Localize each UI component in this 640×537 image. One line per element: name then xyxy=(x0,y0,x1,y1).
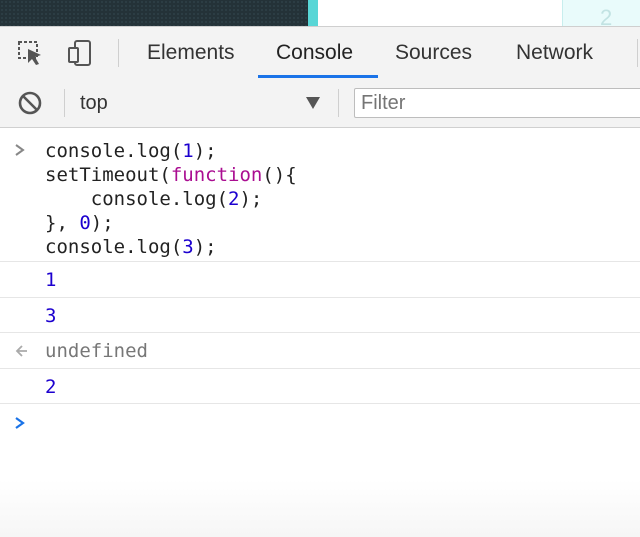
bottom-shadow xyxy=(0,480,640,537)
tab-network[interactable]: Network xyxy=(516,27,593,79)
code-line: console.log(2); xyxy=(45,188,263,210)
device-toggle-icon[interactable] xyxy=(66,39,94,67)
console-panel: console.log(1); setTimeout(function(){ c… xyxy=(0,128,640,444)
tab-console[interactable]: Console xyxy=(276,27,353,79)
context-selector[interactable]: top xyxy=(80,79,108,127)
log-output: 3 xyxy=(45,305,57,327)
toolbar-divider xyxy=(118,39,119,67)
tab-sources[interactable]: Sources xyxy=(395,27,472,79)
log-output: 2 xyxy=(45,376,57,398)
clear-console-icon[interactable] xyxy=(17,90,43,116)
input-chevron-icon xyxy=(14,142,26,161)
prompt-chevron-icon xyxy=(14,414,26,435)
return-arrow-icon xyxy=(14,343,28,362)
page-teal-bar xyxy=(308,0,318,26)
inspected-page-strip: 2 xyxy=(0,0,640,30)
devtools-toolbar: Elements Console Sources Network xyxy=(0,26,640,80)
console-output-row: 2 xyxy=(0,369,640,404)
page-dark-area xyxy=(0,0,308,26)
page-partial-number: 2 xyxy=(600,5,613,30)
code-line: setTimeout(function(){ xyxy=(45,164,297,186)
console-output-row: 1 xyxy=(0,262,640,298)
console-return-row: undefined xyxy=(0,333,640,369)
code-line: console.log(3); xyxy=(45,236,217,258)
return-value: undefined xyxy=(45,340,148,362)
chevron-down-icon[interactable] xyxy=(306,97,320,109)
filter-divider xyxy=(64,89,65,117)
console-output-row: 3 xyxy=(0,298,640,333)
code-line: console.log(1); xyxy=(45,140,217,162)
console-input-entry: console.log(1); setTimeout(function(){ c… xyxy=(0,128,640,262)
active-tab-indicator xyxy=(258,75,378,78)
filter-divider-2 xyxy=(338,89,339,117)
element-picker-icon[interactable] xyxy=(17,39,45,67)
tab-elements[interactable]: Elements xyxy=(147,27,235,79)
console-filter-bar: top xyxy=(0,79,640,128)
code-line: }, 0); xyxy=(45,212,114,234)
console-prompt-row[interactable] xyxy=(0,404,640,444)
toolbar-edge-divider xyxy=(637,39,638,67)
filter-input[interactable] xyxy=(354,88,640,118)
log-output: 1 xyxy=(45,269,57,291)
